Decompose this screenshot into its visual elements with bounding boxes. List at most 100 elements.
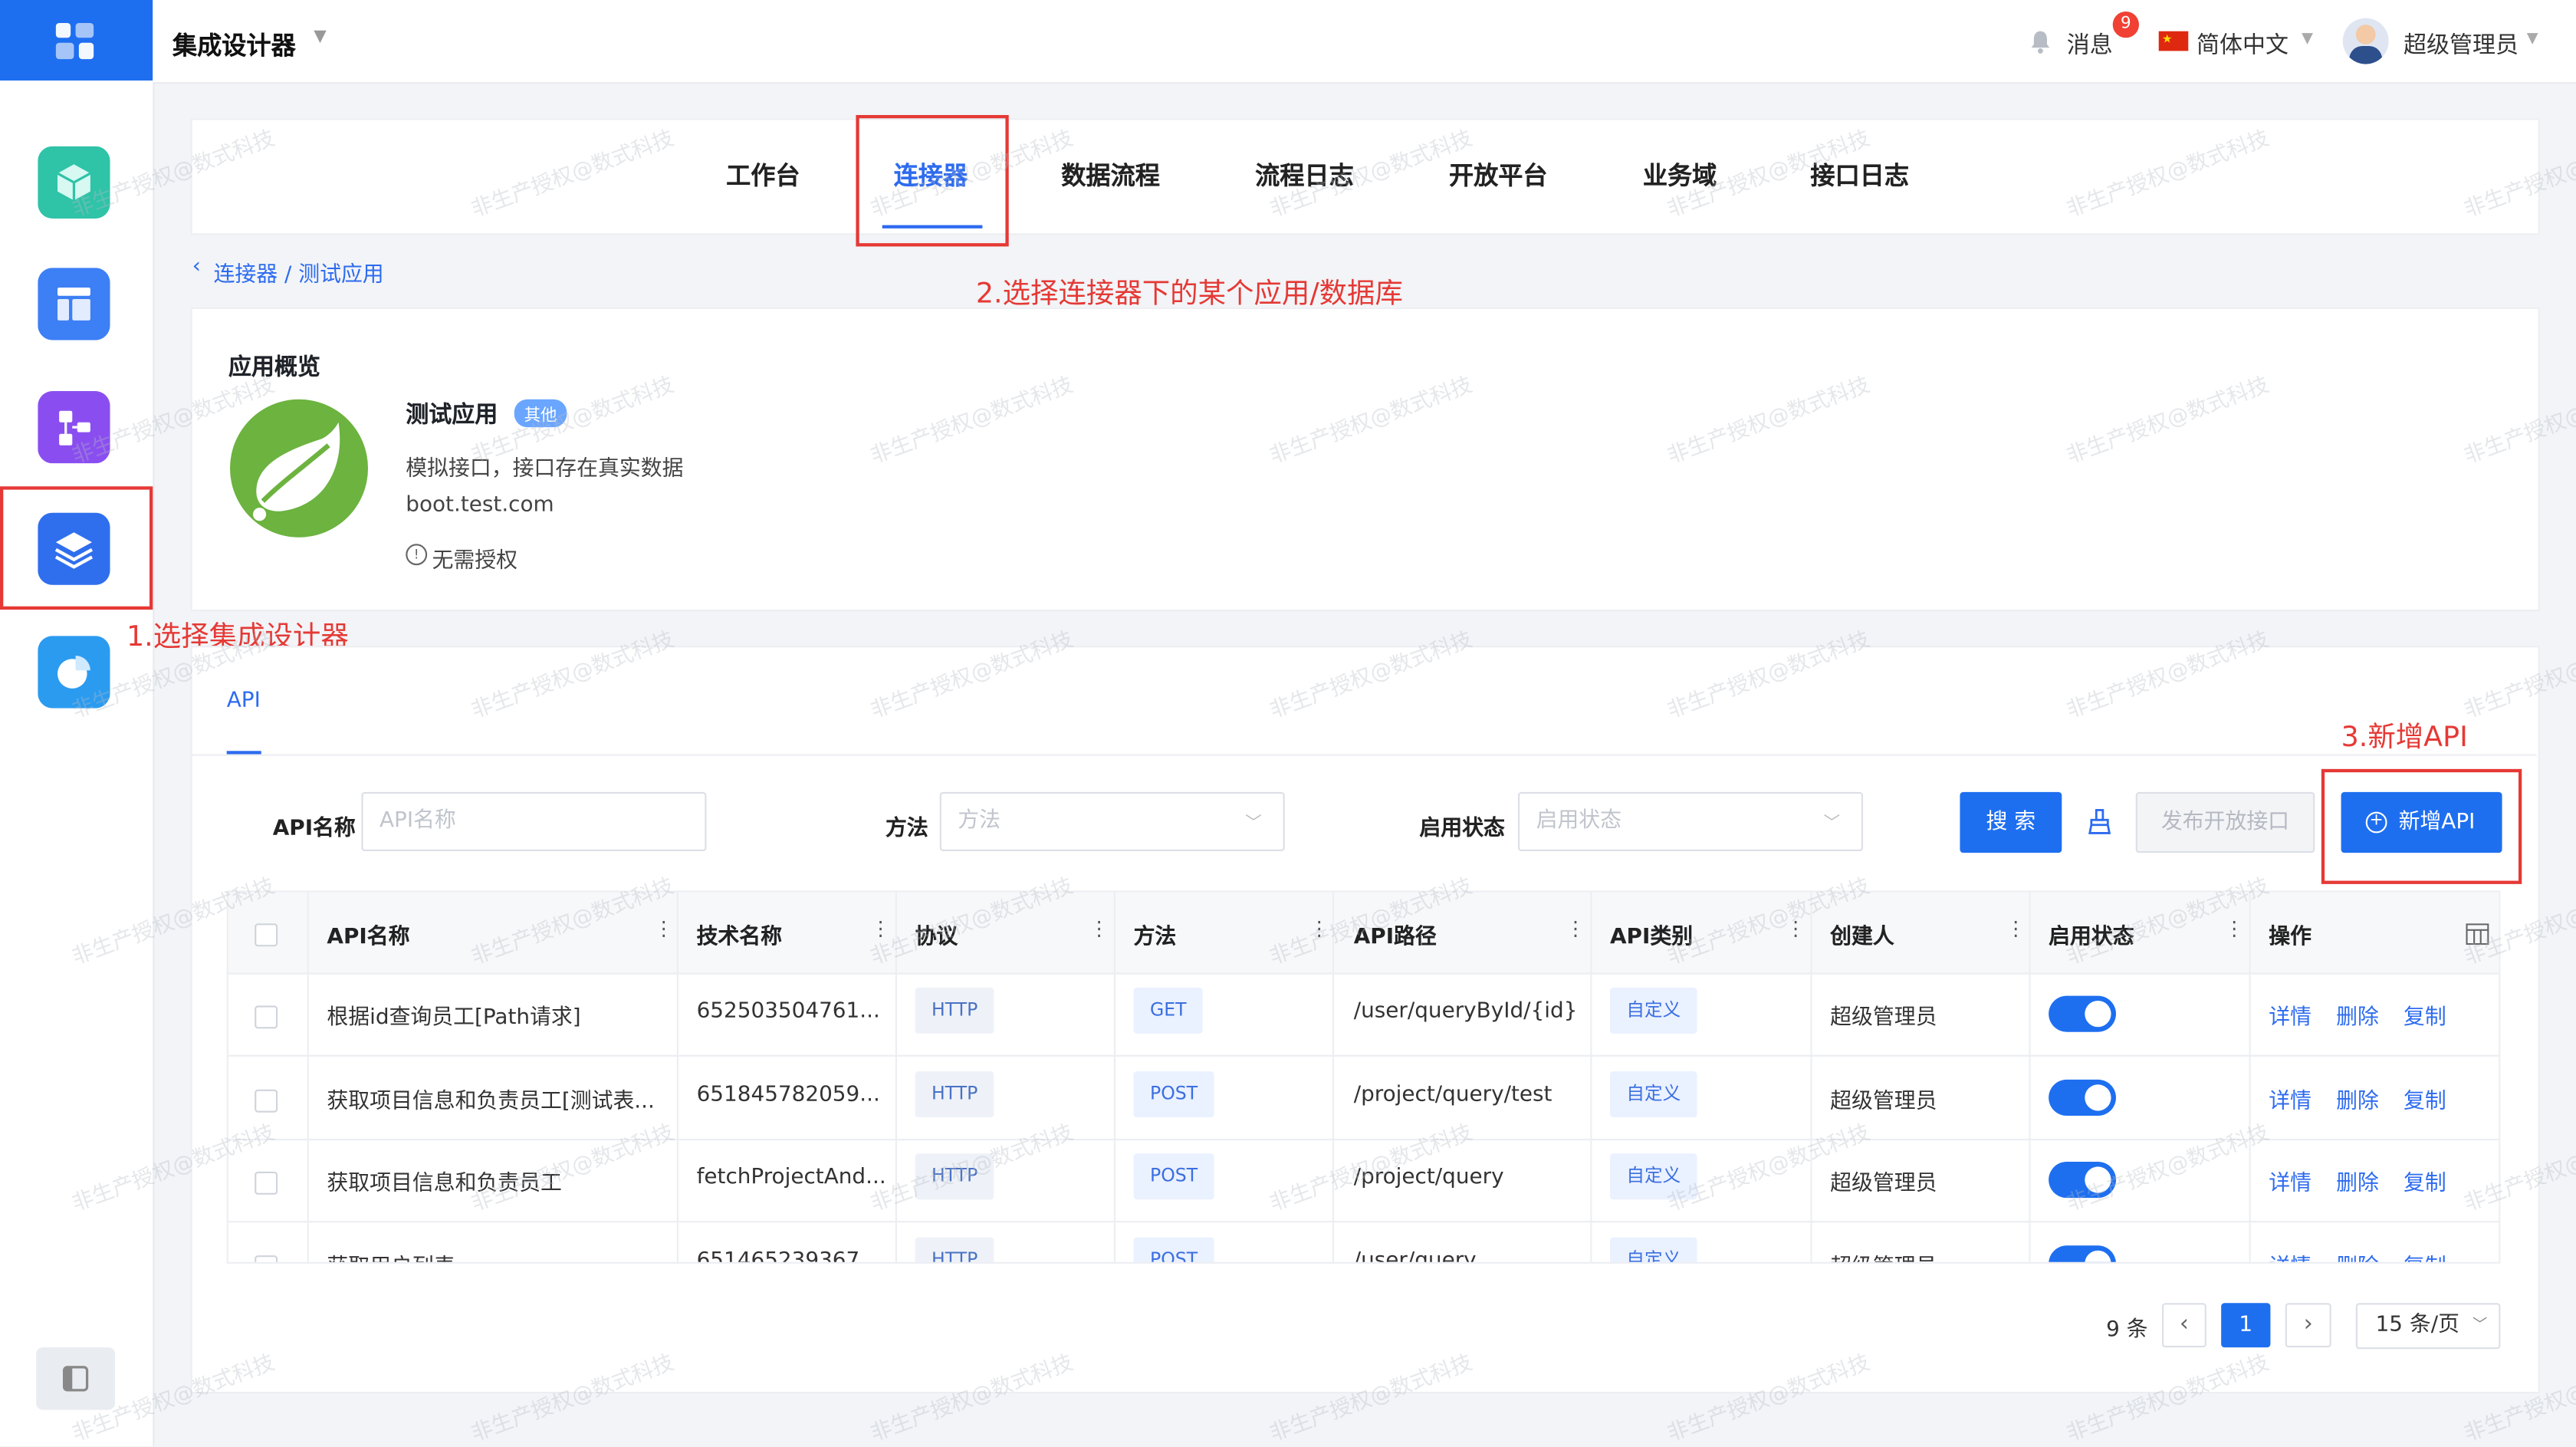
copy-link[interactable]: 复制 [2404,1248,2446,1262]
column-menu-icon[interactable]: ⋮ [871,917,891,940]
column-menu-icon[interactable]: ⋮ [2006,917,2026,940]
method-tag: POST [1133,1236,1214,1262]
sidebar-toggle-icon [62,1366,89,1392]
sidebar-item-integration[interactable] [38,512,110,585]
page-size-value: 15 条/页 [2375,1313,2459,1338]
col-method[interactable]: 方法 [1134,919,1177,949]
copy-link[interactable]: 复制 [2404,999,2446,1030]
column-menu-icon[interactable]: ⋮ [1309,917,1329,940]
overview-title: 应用概览 [228,354,320,382]
method-tag: GET [1133,987,1204,1034]
language-selector[interactable]: 简体中文 [2196,28,2288,61]
divider [190,754,2537,756]
delete-link[interactable]: 删除 [2336,999,2379,1030]
col-api-name[interactable]: API名称 [327,919,409,949]
app-host: boot.test.com [406,492,554,518]
breadcrumb[interactable]: 连接器 / 测试应用 [214,256,384,288]
tab-data-flow[interactable]: 数据流程 [1061,158,1160,192]
detail-link[interactable]: 详情 [2269,999,2312,1030]
enabled-toggle[interactable] [2049,1078,2116,1115]
delete-link[interactable]: 删除 [2336,1248,2379,1262]
page-button-current[interactable]: 1 [2221,1303,2271,1348]
method-label: 方法 [886,817,928,842]
search-button[interactable]: 搜 索 [1960,791,2062,853]
cell-creator: 超级管理员 [1830,1088,1937,1113]
detail-link[interactable]: 详情 [2269,1082,2312,1113]
app-switch-chevron-icon[interactable]: ▼ [314,28,327,46]
tab-workbench[interactable]: 工作台 [726,158,800,192]
row-checkbox[interactable] [255,1171,278,1195]
language-chevron-icon[interactable]: ▼ [2302,31,2313,48]
add-api-label: 新增API [2398,810,2476,835]
user-name[interactable]: 超级管理员 [2404,28,2518,61]
col-enabled[interactable]: 启用状态 [2049,919,2134,949]
row-checkbox[interactable] [255,1088,278,1112]
prev-page-button[interactable]: ‹ [2162,1303,2206,1348]
api-name-input[interactable]: API名称 [361,791,707,851]
cell-api-name: 获取用户列表 [327,1248,455,1262]
table-row: 获取项目信息和负责员工 fetchProjectAnd... HTTP POST… [228,1139,2499,1223]
tab-flow-log[interactable]: 流程日志 [1255,158,1354,192]
method-chevron-icon[interactable]: ﹀ [1245,808,1261,834]
sidebar-collapse-button[interactable] [36,1347,116,1410]
column-menu-icon[interactable]: ⋮ [1566,917,1585,940]
messages-label[interactable]: 消息 [2067,28,2113,61]
app-logo[interactable] [0,0,153,81]
col-creator[interactable]: 创建人 [1830,919,1894,949]
plus-circle-icon: + [2365,811,2387,834]
copy-link[interactable]: 复制 [2404,1165,2446,1196]
back-chevron-icon[interactable]: ‹ [192,255,201,279]
category-tag: 自定义 [1610,987,1697,1034]
status-select[interactable]: 启用状态 [1517,791,1863,851]
col-tech-name[interactable]: 技术名称 [697,919,782,949]
row-checkbox[interactable] [255,1255,278,1262]
col-protocol[interactable]: 协议 [915,919,958,949]
sidebar-item-models[interactable] [38,146,110,219]
tab-open-platform[interactable]: 开放平台 [1449,158,1548,192]
copy-link[interactable]: 复制 [2404,1082,2446,1113]
info-circle-icon: ! [406,544,428,566]
enabled-toggle[interactable] [2049,1162,2116,1199]
publish-open-api-button[interactable]: 发布开放接口 [2135,791,2315,853]
col-path[interactable]: API路径 [1354,919,1437,949]
cube-icon [38,146,110,219]
flow-icon [38,390,110,464]
bell-icon[interactable] [2029,30,2052,61]
next-page-button[interactable]: › [2285,1303,2331,1348]
column-menu-icon[interactable]: ⋮ [1089,917,1109,940]
tab-business-domain[interactable]: 业务域 [1643,158,1717,192]
col-category[interactable]: API类别 [1610,919,1693,949]
tab-api-log[interactable]: 接口日志 [1810,158,1909,192]
cell-tech-name: 652503504761... [696,998,880,1024]
avatar[interactable] [2342,18,2389,64]
row-checkbox[interactable] [255,1005,278,1029]
select-all-checkbox[interactable] [255,923,278,947]
user-menu-chevron-icon[interactable]: ▼ [2527,31,2538,48]
sidebar-item-workflow[interactable] [38,390,110,464]
annotation-box-connector [856,115,1009,247]
delete-link[interactable]: 删除 [2336,1165,2379,1196]
method-tag: POST [1133,1070,1214,1117]
sidebar-item-reports[interactable] [38,636,110,709]
sidebar-item-pages[interactable] [38,268,110,340]
detail-link[interactable]: 详情 [2269,1165,2312,1196]
status-chevron-icon[interactable]: ﹀ [1824,808,1840,834]
table-row: 获取用户列表 651465239367... HTTP POST /user/q… [228,1222,2499,1262]
enabled-toggle[interactable] [2049,995,2116,1032]
tab-api[interactable]: API [227,689,261,713]
column-menu-icon[interactable]: ⋮ [2224,917,2244,940]
enabled-toggle[interactable] [2049,1245,2116,1262]
column-settings-icon[interactable] [2466,920,2489,952]
cell-creator: 超级管理员 [1830,1248,1937,1262]
detail-link[interactable]: 详情 [2269,1248,2312,1262]
pie-chart-icon [38,636,110,709]
clear-brush-icon[interactable] [2088,808,2111,841]
page-size-select[interactable]: 15 条/页 ﹀ [2355,1303,2501,1350]
delete-link[interactable]: 删除 [2336,1082,2379,1113]
column-menu-icon[interactable]: ⋮ [1786,917,1806,940]
protocol-tag: HTTP [915,987,994,1034]
method-select[interactable]: 方法 [939,791,1285,851]
add-api-button[interactable]: + 新增API [2341,791,2502,853]
app-title: 集成设计器 [172,31,296,61]
column-menu-icon[interactable]: ⋮ [654,917,674,940]
